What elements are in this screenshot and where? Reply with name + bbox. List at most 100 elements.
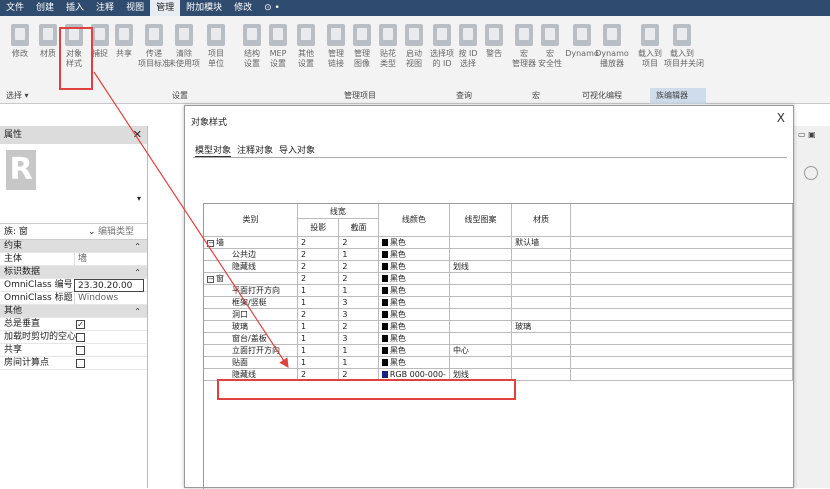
cut-cell[interactable]: 3 [338,296,379,309]
property-value[interactable]: Windows [74,292,118,305]
ribbon-button[interactable]: 其他 设置 [294,24,318,69]
line-pattern-cell[interactable] [449,308,513,321]
property-checkbox[interactable] [76,346,85,355]
projection-cell[interactable]: 2 [297,236,340,249]
ribbon-button[interactable]: 清除 未使用项 [168,24,200,69]
col-line-pattern[interactable]: 线型图案 [449,204,513,237]
cut-cell[interactable]: 2 [338,320,379,333]
line-color-cell[interactable]: 黑色 [378,356,450,369]
ribbon-button[interactable]: Dynamo [565,24,599,59]
table-row[interactable]: 公共边 2 1 黑色 [204,248,793,261]
table-row[interactable]: 立面打开方向 1 1 黑色 中心 [204,344,793,357]
material-cell[interactable] [511,284,572,297]
line-pattern-cell[interactable] [449,236,513,249]
col-category[interactable]: 类别 [204,204,299,237]
type-preview[interactable]: R ▾ [0,144,147,224]
material-cell[interactable] [511,368,572,381]
cut-cell[interactable]: 1 [338,284,379,297]
table-row[interactable]: 隐藏线 2 2 黑色 划线 [204,260,793,273]
collapse-icon[interactable]: ⌃ [134,266,141,279]
line-pattern-cell[interactable] [449,272,513,285]
material-cell[interactable]: 默认墙 [511,236,572,249]
col-projection[interactable]: 投影 [297,218,340,237]
close-icon[interactable]: ✕ [133,126,142,144]
menu-item[interactable]: 视图 [120,0,150,16]
ribbon-button[interactable]: 载入到 项目 [638,24,662,69]
edit-type-button[interactable]: 编辑类型 [98,224,134,240]
line-color-cell[interactable]: 黑色 [378,332,450,345]
table-row[interactable]: 框架/竖梃 1 3 黑色 [204,296,793,309]
ribbon-button[interactable]: 宏安全性 [538,24,562,69]
table-row[interactable]: 平面打开方向 1 1 黑色 [204,284,793,297]
property-section[interactable]: 标识数据 ⌃ [0,266,147,279]
line-color-cell[interactable]: 黑色 [378,320,450,333]
ribbon-button[interactable]: 共享 [112,24,136,59]
collapse-icon[interactable]: ⌃ [134,240,141,253]
tree-toggle-icon[interactable]: − [207,275,214,283]
material-cell[interactable]: 玻璃 [511,320,572,333]
projection-cell[interactable]: 1 [297,296,340,309]
cut-cell[interactable]: 2 [338,260,379,273]
material-cell[interactable] [511,272,572,285]
menu-item[interactable]: 文件 [0,0,30,16]
menu-item[interactable]: 管理 [150,0,181,16]
property-section[interactable]: 其他 ⌃ [0,305,147,318]
ribbon-button[interactable]: 按 ID 选择 [456,24,480,69]
projection-cell[interactable]: 2 [297,308,340,321]
property-section[interactable]: 约束 ⌃ [0,240,147,253]
menu-item[interactable]: 注释 [90,0,120,16]
property-checkbox[interactable] [76,359,85,368]
menu-item[interactable]: 插入 [60,0,90,16]
material-cell[interactable] [511,332,572,345]
projection-cell[interactable]: 2 [297,260,340,273]
ribbon-button[interactable]: 载入到 项目并关闭 [664,24,704,69]
line-pattern-cell[interactable] [449,332,513,345]
cut-cell[interactable]: 1 [338,344,379,357]
projection-cell[interactable]: 1 [297,284,340,297]
cut-cell[interactable]: 2 [338,236,379,249]
chevron-down-icon[interactable]: ▾ [137,194,141,203]
col-material[interactable]: 材质 [511,204,572,237]
menu-item[interactable]: 修改 [228,0,258,16]
property-checkbox[interactable]: ✓ [76,320,85,329]
line-pattern-cell[interactable] [449,356,513,369]
cut-cell[interactable]: 2 [338,272,379,285]
ribbon-group-label[interactable]: 选择 ▾ [6,90,29,101]
collapse-icon[interactable]: ⌃ [134,305,141,318]
view-cube-icon[interactable] [804,166,818,180]
cut-cell[interactable]: 3 [338,332,379,345]
line-color-cell[interactable]: 黑色 [378,272,450,285]
projection-cell[interactable]: 2 [297,272,340,285]
menu-item[interactable]: 创建 [30,0,60,16]
line-pattern-cell[interactable]: 中心 [449,344,513,357]
ribbon-button[interactable]: 项目 单位 [204,24,228,69]
cut-cell[interactable]: 1 [338,248,379,261]
line-color-cell[interactable]: 黑色 [378,248,450,261]
material-cell[interactable] [511,248,572,261]
line-pattern-cell[interactable] [449,248,513,261]
material-cell[interactable] [511,308,572,321]
table-row[interactable]: − 窗 2 2 黑色 [204,272,793,285]
ribbon-button[interactable]: 启动 视图 [402,24,426,69]
menu-item[interactable]: 附加模块 [180,0,228,16]
ribbon-button[interactable]: 修改 [8,24,32,59]
property-checkbox[interactable] [76,333,85,342]
dropdown-icon[interactable]: ⌄ [88,224,96,240]
line-pattern-cell[interactable] [449,296,513,309]
ribbon-button[interactable]: 警告 [482,24,506,59]
line-pattern-cell[interactable]: 划线 [449,260,513,273]
projection-cell[interactable]: 1 [297,332,340,345]
cut-cell[interactable]: 3 [338,308,379,321]
cut-cell[interactable]: 1 [338,356,379,369]
col-cut[interactable]: 截面 [338,218,379,237]
ribbon-button[interactable]: 传递 项目标准 [138,24,170,69]
dialog-close-button[interactable]: X [777,111,785,125]
line-pattern-cell[interactable] [449,284,513,297]
ribbon-button[interactable]: Dynamo 播放器 [595,24,629,69]
projection-cell[interactable]: 2 [297,248,340,261]
line-color-cell[interactable]: 黑色 [378,284,450,297]
projection-cell[interactable]: 1 [297,320,340,333]
tab-model-objects[interactable]: 模型对象 [195,143,232,157]
table-row[interactable]: 贴面 1 1 黑色 [204,356,793,369]
ribbon-button[interactable]: MEP 设置 [266,24,290,69]
